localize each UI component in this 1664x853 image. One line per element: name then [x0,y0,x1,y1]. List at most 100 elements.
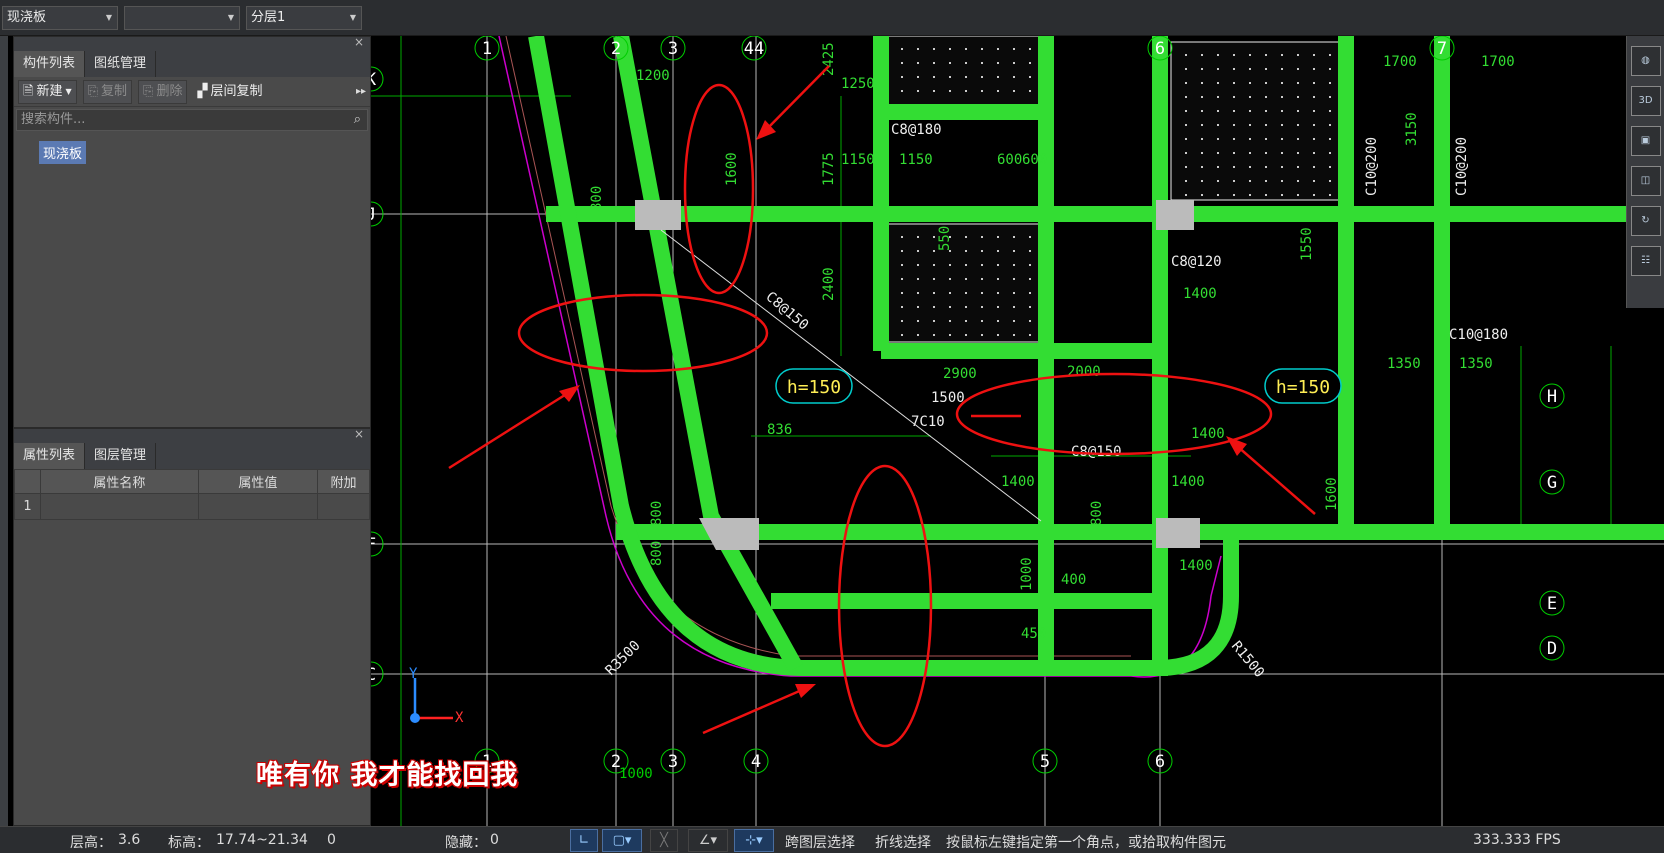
hatch-dot [949,76,951,78]
slab-blocks [887,36,1342,343]
hatch-dot [1201,152,1203,154]
hatch-dot [965,292,967,294]
rotate-icon[interactable]: ↻ [1630,206,1661,236]
hatch-dot [1201,138,1203,140]
cad-drawing[interactable]: 1 2 3 44 6 7 K J F C H G E D 1 2 3 4 5 6… [371,36,1664,826]
hatch-dot [1029,320,1031,322]
hatch-dot [1217,124,1219,126]
axis-label-right: E [1547,594,1557,614]
dim-text: 2900 [943,366,977,382]
3d-view-button[interactable]: 3D [1630,86,1661,116]
dim-text: 1000 [619,766,653,782]
left-dims: 2400 5800 2300 [371,128,374,636]
component-type-select[interactable]: 现浇板 ▼ [2,6,118,30]
hatch-dot [901,292,903,294]
hatch-dot [997,90,999,92]
box-view-icon[interactable]: ◫ [1630,166,1661,196]
hatch-dot [965,236,967,238]
axis-label-bottom: 3 [668,752,678,772]
hatch-dot [1013,278,1015,280]
dim-text: 600 [997,152,1022,168]
table-header-value: 属性值 [197,469,319,494]
polyline-select-button[interactable]: 折线选择 [875,832,931,852]
row-value[interactable] [197,493,319,520]
hatch-dot [1281,194,1283,196]
hatch-dot [1265,194,1267,196]
cross-icon[interactable]: ╳ [650,829,678,852]
hatch-dot [981,236,983,238]
delete-icon: ⎘ [143,83,154,99]
new-label: 新建 [36,83,63,99]
list-item[interactable]: 现浇板 [39,141,87,164]
chevron-down-icon: ▼ [65,86,72,96]
hatch-dot [981,76,983,78]
cross-layer-select-button[interactable]: 跨图层选择 [785,832,855,852]
hatch-dot [917,278,919,280]
hatch-dot [1217,82,1219,84]
hatch-dot [1013,320,1015,322]
hatch-dot [901,48,903,50]
hatch-dot [1185,96,1187,98]
hatch-dot [1297,152,1299,154]
close-icon[interactable]: × [354,427,364,441]
row-name[interactable] [40,493,199,520]
dim-text: 1400 [1179,558,1213,574]
snap-icon: ⊹▾ [745,833,763,848]
hatch-dot [1329,54,1331,56]
ortho-button[interactable]: ∟ [570,829,598,852]
floor-copy-button[interactable]: ▞ 层间复制 [193,80,266,104]
hatch-dot [1249,152,1251,154]
hatch-dot [965,90,967,92]
layer-select[interactable]: 分层1 ▼ [246,6,362,30]
orbit-icon[interactable]: ◍ [1630,46,1661,76]
search-input[interactable]: 搜索构件... ⌕ [16,109,368,131]
cube-view-icon[interactable]: ▣ [1630,126,1661,156]
hatch-dot [1265,180,1267,182]
hatch-dot [1249,124,1251,126]
component-name-select[interactable]: ▼ [124,6,240,30]
more-icon[interactable]: ▸▸ [356,86,366,97]
hatch-dot [965,62,967,64]
dim-text: 2400 [821,267,837,301]
delete-button[interactable]: ⎘ 删除 [138,79,188,104]
hatch-dot [965,264,967,266]
hatch-dot [1029,264,1031,266]
hatch-dot [917,76,919,78]
drawing-canvas[interactable]: 1 2 3 44 6 7 K J F C H G E D 1 2 3 4 5 6… [371,36,1664,826]
tab-layer-management[interactable]: 图层管理 [85,443,157,469]
hatch-dot [1201,54,1203,56]
hatch-dot [1217,194,1219,196]
copy-button[interactable]: ⎘ 复制 [82,79,133,104]
hatch-dot [1249,82,1251,84]
row-extra[interactable] [317,493,370,520]
hatch-dot [1329,68,1331,70]
hatch-dot [1313,138,1315,140]
hatch-dot [1313,124,1315,126]
hatch-dot [1265,166,1267,168]
hatch-dot [1329,166,1331,168]
hatch-dot [1233,96,1235,98]
snap-button[interactable]: ⊹▾ [734,829,774,852]
hatch-dot [901,76,903,78]
tab-drawing-management[interactable]: 图纸管理 [85,51,157,77]
layers-icon[interactable]: ☷ [1630,246,1661,276]
select-box-button[interactable]: ▢▾ [602,829,642,852]
hatch-dot [949,48,951,50]
view-navbar: ◍ 3D ▣ ◫ ↻ ☷ [1626,36,1664,308]
new-button[interactable]: 🗎 新建 ▼ [18,79,77,104]
search-icon: ⌕ [353,112,361,127]
hatch-dot [1265,124,1267,126]
copy-label: 复制 [101,83,128,99]
angle-icon[interactable]: ∠▾ [688,829,728,852]
hatch-dot [933,250,935,252]
hatch-dot [1297,180,1299,182]
close-icon[interactable]: × [354,35,364,49]
axis-x-label: X [455,710,464,726]
hatch-dot [949,278,951,280]
dim-text: 600 [1022,152,1047,168]
table-header-name: 属性名称 [40,469,199,494]
table-row[interactable]: 1 [14,493,370,520]
tab-property-list[interactable]: 属性列表 [14,443,86,469]
hatch-dot [981,278,983,280]
tab-component-list[interactable]: 构件列表 [14,51,86,77]
